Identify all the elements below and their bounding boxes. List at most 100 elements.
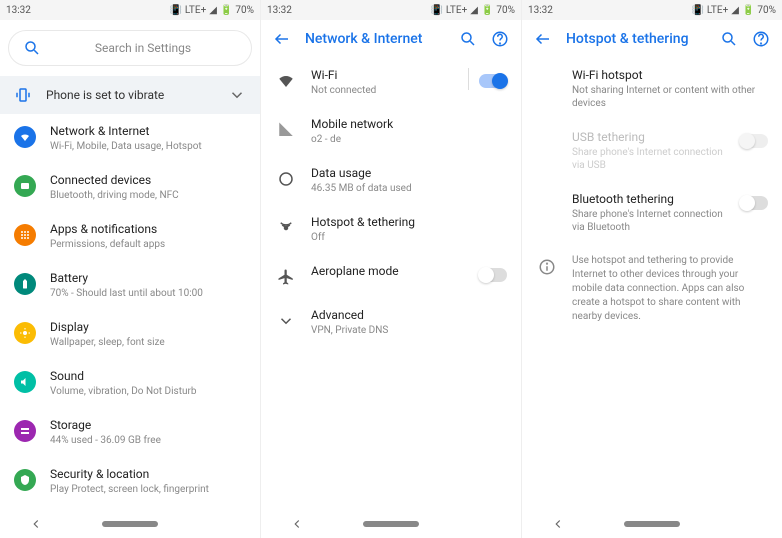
wifi-toggle[interactable]	[479, 74, 507, 88]
back-icon[interactable]	[290, 517, 304, 531]
signal-icon: ◢	[470, 5, 478, 16]
item-title: Hotspot & tethering	[311, 215, 507, 229]
data-icon	[277, 170, 295, 188]
search-icon[interactable]	[459, 30, 477, 48]
nav-bar	[261, 510, 521, 538]
item-mobile[interactable]: Mobile networko2 - de	[261, 107, 521, 156]
chevron-down-icon	[277, 312, 295, 330]
item-title: Data usage	[311, 166, 507, 180]
signal-icon: ◢	[731, 5, 739, 16]
item-title: Sound	[50, 369, 246, 383]
status-time: 13:32	[267, 5, 292, 16]
network-label: LTE+	[185, 5, 206, 16]
back-icon[interactable]	[29, 517, 43, 531]
info-row: Use hotspot and tethering to provide Int…	[522, 244, 782, 334]
help-icon[interactable]	[491, 30, 509, 48]
vibrate-icon: 📳	[691, 5, 703, 16]
battery-percent: 70%	[496, 5, 515, 16]
network-panel: 13:32 📳LTE+◢🔋70% Network & Internet Wi-F…	[261, 0, 522, 538]
vibrate-text: Phone is set to vibrate	[46, 88, 164, 102]
search-input[interactable]: Search in Settings	[8, 30, 252, 66]
home-pill[interactable]	[363, 521, 419, 527]
item-title: Storage	[50, 418, 246, 432]
item-sub: Volume, vibration, Do Not Disturb	[50, 385, 246, 398]
item-title: Advanced	[311, 308, 507, 322]
hotspot-panel: 13:32 📳 LTE+◢🔋70% Hotspot & tethering Wi-…	[522, 0, 782, 538]
item-sub: 70% - Should last until about 10:00	[50, 287, 246, 300]
status-time: 13:32	[528, 5, 553, 16]
back-arrow-icon[interactable]	[534, 30, 552, 48]
item-data-usage[interactable]: Data usage46.35 MB of data used	[261, 156, 521, 205]
item-bluetooth-tethering[interactable]: Bluetooth tetheringShare phone's Interne…	[522, 182, 782, 244]
status-time: 13:32	[6, 5, 31, 16]
sound-icon	[19, 376, 31, 388]
item-title: Aeroplane mode	[311, 264, 465, 278]
info-text: Use hotspot and tethering to provide Int…	[572, 254, 768, 324]
header: Network & Internet	[261, 20, 521, 58]
usb-toggle	[740, 134, 768, 148]
item-title: USB tethering	[572, 130, 726, 144]
item-sub: Wallpaper, sleep, font size	[50, 336, 246, 349]
item-display[interactable]: Display Wallpaper, sleep, font size	[0, 310, 260, 359]
battery-icon: 🔋	[742, 5, 754, 16]
vibrate-row[interactable]: Phone is set to vibrate	[0, 76, 260, 114]
item-sub: Off	[311, 231, 507, 244]
vibrate-icon	[14, 86, 32, 104]
item-usb-tethering: USB tethering Share phone's Internet conn…	[522, 120, 782, 182]
item-wifi[interactable]: Wi-FiNot connected	[261, 58, 521, 107]
home-pill[interactable]	[102, 521, 158, 527]
item-title: Display	[50, 320, 246, 334]
bluetooth-toggle[interactable]	[740, 196, 768, 210]
item-network[interactable]: Network & Internet Wi-Fi, Mobile, Data us…	[0, 114, 260, 163]
item-connected[interactable]: Connected devicesBluetooth, driving mode…	[0, 163, 260, 212]
battery-percent: 70%	[235, 5, 254, 16]
settings-panel: 13:32 📳 LTE+ ◢ 🔋 70% Search in Settings …	[0, 0, 261, 538]
network-label: LTE+	[707, 5, 728, 16]
security-icon	[19, 474, 31, 486]
item-title: Bluetooth tethering	[572, 192, 726, 206]
search-placeholder: Search in Settings	[49, 41, 237, 55]
item-security[interactable]: Security & locationPlay Protect, screen …	[0, 457, 260, 506]
item-sound[interactable]: Sound Volume, vibration, Do Not Disturb	[0, 359, 260, 408]
item-sub: Permissions, default apps	[50, 238, 246, 251]
battery-icon	[19, 278, 31, 290]
storage-icon	[19, 425, 31, 437]
item-battery[interactable]: Battery 70% - Should last until about 10:…	[0, 261, 260, 310]
display-icon	[19, 327, 31, 339]
header-title: Network & Internet	[305, 31, 445, 47]
battery-percent: 70%	[757, 5, 776, 16]
status-bar: 13:32 📳 LTE+ ◢ 🔋 70%	[0, 0, 260, 20]
chevron-down-icon	[228, 86, 246, 104]
item-sub: o2 - de	[311, 133, 507, 146]
vibrate-icon: 📳	[430, 5, 442, 16]
header: Hotspot & tethering	[522, 20, 782, 58]
item-title: Apps & notifications	[50, 222, 246, 236]
item-sub: Share phone's Internet connection via US…	[572, 146, 726, 172]
item-title: Battery	[50, 271, 246, 285]
item-hotspot[interactable]: Hotspot & tethering Off	[261, 205, 521, 254]
apps-icon	[19, 229, 31, 241]
help-icon[interactable]	[752, 30, 770, 48]
item-wifi-hotspot[interactable]: Wi-Fi hotspotNot sharing Internet or con…	[522, 58, 782, 120]
network-label: LTE+	[446, 5, 467, 16]
item-advanced[interactable]: Advanced VPN, Private DNS	[261, 298, 521, 347]
item-title: Network & Internet	[50, 124, 246, 138]
item-sub: Wi-Fi, Mobile, Data usage, Hotspot	[50, 140, 246, 153]
header-title: Hotspot & tethering	[566, 31, 706, 47]
item-title: Connected devices	[50, 173, 246, 187]
home-pill[interactable]	[624, 521, 680, 527]
item-sub: Not connected	[311, 84, 454, 97]
aeroplane-toggle[interactable]	[479, 268, 507, 282]
devices-icon	[19, 180, 31, 192]
item-aeroplane[interactable]: Aeroplane mode	[261, 254, 521, 298]
search-icon	[23, 39, 41, 57]
item-apps[interactable]: Apps & notifications Permissions, default…	[0, 212, 260, 261]
item-sub: VPN, Private DNS	[311, 324, 507, 337]
search-icon[interactable]	[720, 30, 738, 48]
hotspot-icon	[277, 219, 295, 237]
back-icon[interactable]	[551, 517, 565, 531]
back-arrow-icon[interactable]	[273, 30, 291, 48]
item-sub: Play Protect, screen lock, fingerprint	[50, 483, 246, 496]
item-storage[interactable]: Storage44% used - 36.09 GB free	[0, 408, 260, 457]
signal-icon: ◢	[209, 5, 217, 16]
